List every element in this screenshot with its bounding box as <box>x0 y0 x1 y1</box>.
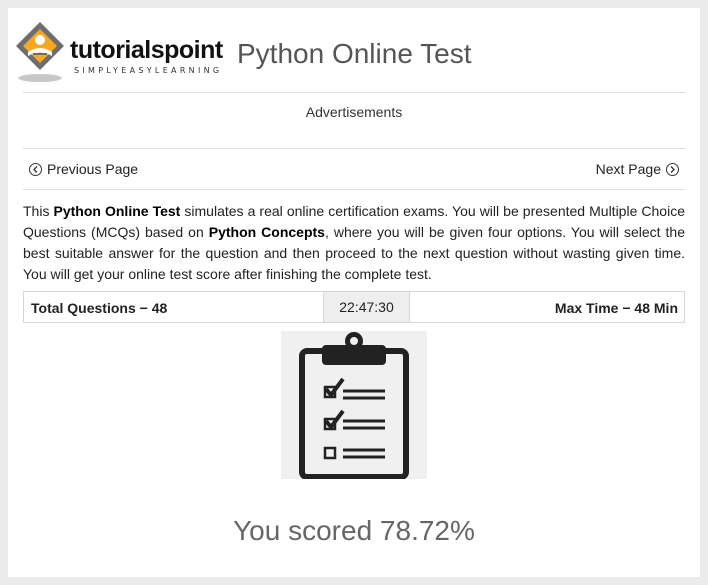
page-title: Python Online Test <box>237 38 472 69</box>
logo-wordmark: tutorialspoint <box>70 36 223 64</box>
divider <box>23 189 685 190</box>
countdown-timer: 22:47:30 <box>323 292 410 322</box>
previous-page-link[interactable]: Previous Page <box>29 161 138 177</box>
test-name-emphasis: Python Online Test <box>53 203 181 219</box>
concepts-emphasis: Python Concepts <box>208 224 325 240</box>
next-page-label: Next Page <box>595 161 661 177</box>
logo-tagline: SIMPLYEASYLEARNING <box>74 66 223 75</box>
page-navigation: Previous Page Next Page <box>23 160 685 182</box>
advertisements-label: Advertisements <box>305 104 403 120</box>
chevron-left-circle-icon <box>29 162 42 176</box>
max-time: Max Time − 48 Min <box>554 300 678 316</box>
previous-page-label: Previous Page <box>47 161 139 177</box>
test-description: This Python Online Test simulates a real… <box>23 203 686 282</box>
content-panel: tutorialspoint SIMPLYEASYLEARNING Python… <box>8 8 700 577</box>
tutorialspoint-logo[interactable]: tutorialspoint SIMPLYEASYLEARNING <box>14 20 229 84</box>
page-header: tutorialspoint SIMPLYEASYLEARNING Python… <box>8 8 700 92</box>
divider <box>23 92 685 93</box>
next-page-link[interactable]: Next Page <box>596 161 679 177</box>
divider <box>23 148 685 149</box>
clipboard-checklist-icon <box>281 331 427 480</box>
total-questions: Total Questions − 48 <box>31 300 168 316</box>
logo-emblem-icon <box>16 22 64 82</box>
test-stats-bar: Total Questions − 48 22:47:30 Max Time −… <box>23 291 685 323</box>
score-result: You scored 78.72% <box>233 515 475 546</box>
chevron-right-circle-icon <box>666 162 679 176</box>
